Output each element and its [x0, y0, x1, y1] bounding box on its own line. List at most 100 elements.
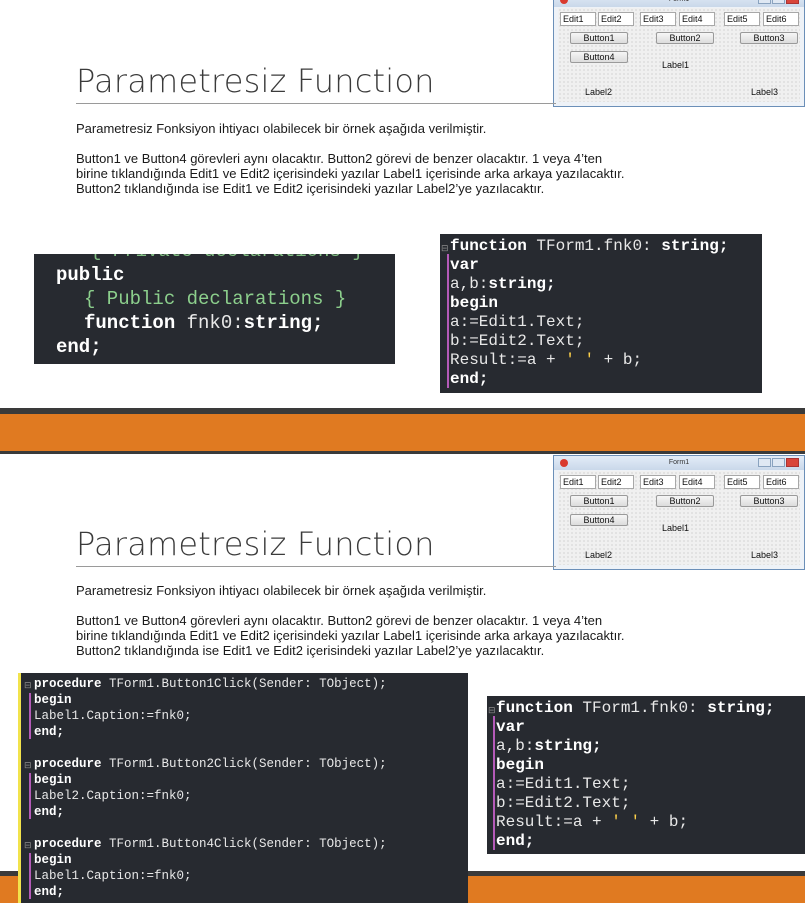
edit2-field[interactable]: Edit2 — [598, 12, 634, 26]
code-line: var — [450, 256, 479, 274]
button3[interactable]: Button3 — [740, 32, 798, 44]
code-line: Label1.Caption:=fnk0; — [34, 869, 192, 883]
code-line: end; — [34, 885, 65, 899]
edit6-field[interactable]: Edit6 — [763, 475, 799, 489]
code-line: procedure TForm1.Button4Click(Sender: TO… — [34, 836, 468, 852]
code-line: end; — [450, 370, 489, 388]
button1[interactable]: Button1 — [570, 32, 628, 44]
intro-text: Parametresiz Fonksiyon ihtiyacı olabilec… — [76, 121, 487, 136]
code-line: begin — [496, 756, 545, 774]
code-string: ' ' — [611, 813, 641, 831]
label2: Label2 — [585, 87, 613, 97]
description-line: Button1 ve Button4 görevleri aynı olacak… — [76, 613, 603, 628]
code-line: begin — [34, 853, 72, 867]
code-text: TForm1.fnk0: — [536, 237, 652, 255]
code-line: a,b:string; — [496, 737, 805, 756]
minimize-icon[interactable] — [758, 458, 771, 467]
form-title: Form1 — [668, 459, 690, 466]
maximize-icon[interactable] — [772, 458, 785, 467]
description-line: birine tıklandığında Edit1 ve Edit2 içer… — [76, 166, 625, 181]
fold-icon[interactable]: ⊟ — [24, 758, 32, 774]
edit1-field[interactable]: Edit1 — [560, 12, 596, 26]
code-keyword: function — [450, 237, 527, 255]
description-line: Button1 ve Button4 görevleri aynı olacak… — [76, 151, 603, 166]
code-line: begin — [450, 294, 499, 312]
code-gutter — [447, 254, 449, 388]
close-icon[interactable] — [786, 458, 799, 467]
code-text: + b; — [603, 351, 643, 369]
code-line: Label1.Caption:=fnk0; — [34, 709, 192, 723]
button3[interactable]: Button3 — [740, 495, 798, 507]
code-line: end; — [496, 832, 535, 850]
fold-icon[interactable]: ⊟ — [24, 838, 32, 854]
edit3-field[interactable]: Edit3 — [640, 475, 676, 489]
edit4-field[interactable]: Edit4 — [679, 12, 715, 26]
form-window: Form1 Edit1 Edit2 Edit3 Edit4 Edit5 Edit… — [553, 455, 805, 570]
description-paragraph: Button1 ve Button4 görevleri aynı olacak… — [76, 151, 624, 196]
button2[interactable]: Button2 — [656, 495, 714, 507]
code-line: a,b:string; — [450, 275, 762, 294]
slide-2: Form1 Edit1 Edit2 Edit3 Edit4 Edit5 Edit… — [0, 451, 805, 903]
code-line: a:=Edit1.Text; — [496, 775, 631, 793]
code-keyword: function — [496, 699, 573, 717]
edit3-field[interactable]: Edit3 — [640, 12, 676, 26]
code-line-function: function fnk0:string; — [84, 311, 323, 335]
code-text: a,b: — [450, 275, 489, 293]
code-text: Result:=a + — [450, 351, 556, 369]
form-titlebar: Form1 — [554, 456, 804, 470]
edit4-field[interactable]: Edit4 — [679, 475, 715, 489]
code-line-public: public — [56, 264, 125, 286]
code-line: Label2.Caption:=fnk0; — [34, 789, 192, 803]
code-text: TForm1.Button1Click(Sender: TObject); — [109, 677, 387, 691]
code-keyword: function — [84, 312, 176, 334]
code-line: begin — [34, 773, 72, 787]
code-gutter — [493, 716, 495, 850]
button2[interactable]: Button2 — [656, 32, 714, 44]
button4[interactable]: Button4 — [570, 51, 628, 63]
window-controls — [758, 0, 800, 4]
fold-icon[interactable]: ⊟ — [24, 678, 32, 694]
button1[interactable]: Button1 — [570, 495, 628, 507]
form-title: Form1 — [669, 0, 689, 3]
code-line: end; — [34, 725, 65, 739]
code-text: TForm1.Button4Click(Sender: TObject); — [109, 837, 387, 851]
code-line: a:=Edit1.Text; — [450, 313, 585, 331]
code-line: Result:=a + ' ' + b; — [450, 351, 762, 370]
code-text: a,b: — [496, 737, 535, 755]
code-line: begin — [34, 693, 72, 707]
minimize-icon[interactable] — [758, 0, 771, 4]
code-line: b:=Edit2.Text; — [450, 332, 585, 350]
code-line: Result:=a + ' ' + b; — [496, 813, 805, 832]
form-window: Form1 Edit1 Edit2 Edit3 Edit4 Edit5 Edit… — [553, 0, 805, 107]
function-code: ⊟ function TForm1.fnk0: string; var a,b:… — [440, 234, 762, 393]
edit5-field[interactable]: Edit5 — [724, 12, 760, 26]
header-band-dark — [0, 451, 805, 454]
description-paragraph: Button1 ve Button4 görevleri aynı olacak… — [76, 613, 624, 658]
change-bar — [18, 673, 21, 903]
slide-title: Parametresiz Function — [76, 62, 435, 100]
code-line: end; — [34, 805, 65, 819]
close-icon[interactable] — [786, 0, 799, 4]
code-line-comment: { Public declarations } — [84, 288, 347, 310]
code-line: b:=Edit2.Text; — [496, 794, 631, 812]
code-line: var — [496, 718, 525, 736]
code-keyword: string; — [243, 312, 324, 334]
procedures-code: ⊟ procedure TForm1.Button1Click(Sender: … — [18, 673, 468, 903]
edit5-field[interactable]: Edit5 — [724, 475, 760, 489]
edit1-field[interactable]: Edit1 — [560, 475, 596, 489]
code-gutter — [29, 853, 31, 899]
code-keyword: string; — [534, 737, 602, 755]
label1: Label1 — [662, 60, 690, 70]
intro-text: Parametresiz Fonksiyon ihtiyacı olabilec… — [76, 583, 487, 598]
code-keyword: procedure — [34, 677, 102, 691]
form-titlebar: Form1 — [554, 0, 804, 7]
app-icon — [560, 459, 568, 467]
edit6-field[interactable]: Edit6 — [763, 12, 799, 26]
edit2-field[interactable]: Edit2 — [598, 475, 634, 489]
code-text: fnk0: — [186, 312, 244, 334]
maximize-icon[interactable] — [772, 0, 785, 4]
button4[interactable]: Button4 — [570, 514, 628, 526]
slide-1: Form1 Edit1 Edit2 Edit3 Edit4 Edit5 Edit… — [0, 0, 805, 452]
code-line: function TForm1.fnk0: string; — [496, 699, 805, 718]
